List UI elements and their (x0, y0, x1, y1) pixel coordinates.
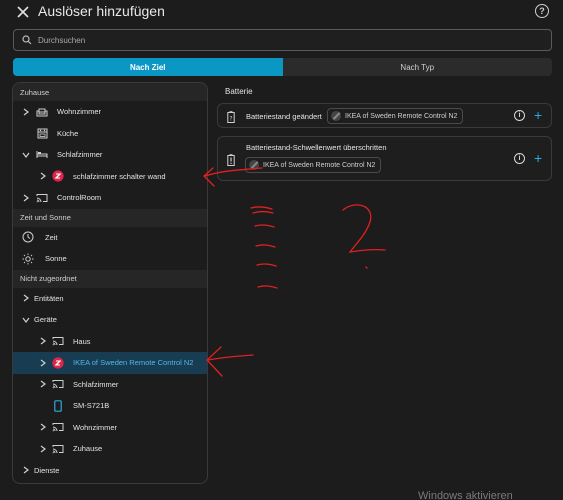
search-input[interactable] (38, 35, 538, 45)
cast-icon (52, 421, 64, 433)
section-header-zuhause: Zuhause (13, 83, 207, 101)
trigger-card-battery-changed[interactable]: ? Batteriestand geändert IKEA of Sweden … (217, 103, 552, 128)
cast-icon (52, 378, 64, 390)
dialog-title: Auslöser hinzufügen (38, 3, 165, 19)
tree-item-dienste[interactable]: Dienste (13, 460, 207, 482)
tree-item-entitaeten[interactable]: Entitäten (13, 288, 207, 310)
tree-item-sonne[interactable]: Sonne (13, 248, 207, 270)
annotation-strokes (250, 206, 278, 289)
tab-nach-ziel[interactable]: Nach Ziel (13, 58, 283, 76)
tree-item-schlafzimmer-device[interactable]: Schlafzimmer (13, 374, 207, 396)
add-trigger-button[interactable]: + (534, 108, 542, 122)
phone-icon (52, 399, 64, 412)
stove-icon (36, 127, 48, 139)
chevron-right-icon[interactable] (22, 294, 30, 302)
windows-activation-watermark: Windows aktivieren (418, 490, 513, 500)
chevron-down-icon[interactable] (22, 316, 30, 324)
device-icon (52, 357, 64, 369)
help-icon[interactable]: ? (535, 4, 549, 18)
chevron-right-icon[interactable] (22, 466, 30, 474)
tree-item-label: Zeit (45, 232, 58, 242)
search-icon (22, 35, 32, 45)
section-header-zeit-und-sonne: Zeit und Sonne (13, 208, 207, 227)
chevron-right-icon[interactable] (39, 172, 47, 180)
tree-item-label: Wohnzimmer (57, 107, 102, 117)
tree-item-label: schlafzimmer schalter wand (73, 171, 166, 181)
cast-icon (52, 335, 64, 347)
device-chip-icon (249, 160, 259, 170)
tree-item-label: IKEA of Sweden Remote Control N2 (73, 358, 194, 368)
tree-item-label: Dienste (34, 465, 60, 475)
device-chip-icon (331, 111, 341, 121)
tree-item-label: Schlafzimmer (57, 150, 103, 160)
cast-icon (52, 443, 64, 455)
info-icon[interactable]: i (514, 153, 525, 164)
trigger-card-title: Batteriestand geändert (246, 112, 322, 121)
tree-item-schlafzimmer-schalter-wand[interactable]: schlafzimmer schalter wand (13, 166, 207, 188)
tree-item-zeit[interactable]: Zeit (13, 227, 207, 249)
tree-item-label: Schlafzimmer (73, 379, 119, 389)
chevron-right-icon[interactable] (39, 445, 47, 453)
tree-item-zuhause-device[interactable]: Zuhause (13, 438, 207, 460)
device-chip-label: IKEA of Sweden Remote Control N2 (345, 112, 458, 120)
tree-item-label: Haus (73, 336, 91, 346)
clock-icon (22, 231, 34, 243)
device-chip: IKEA of Sweden Remote Control N2 (327, 108, 464, 124)
chevron-right-icon[interactable] (39, 423, 47, 431)
tree-item-haus[interactable]: Haus (13, 331, 207, 353)
tree-item-schlafzimmer[interactable]: Schlafzimmer (13, 144, 207, 166)
add-trigger-button[interactable]: + (534, 151, 542, 165)
tree-item-wohnzimmer[interactable]: Wohnzimmer (13, 101, 207, 123)
trigger-group-title: Batterie (225, 87, 253, 96)
tree-item-label: Sonne (45, 254, 67, 264)
chevron-right-icon[interactable] (22, 108, 30, 116)
tree-item-label: ControlRoom (57, 193, 102, 203)
chevron-down-icon[interactable] (22, 151, 30, 159)
cast-icon (36, 192, 48, 204)
tab-nach-typ[interactable]: Nach Typ (282, 58, 552, 76)
bed-icon (36, 149, 48, 161)
tree-item-sm-s721b[interactable]: SM-S721B (13, 395, 207, 417)
sofa-icon (36, 106, 48, 118)
chevron-right-icon[interactable] (39, 380, 47, 388)
device-chip: IKEA of Sweden Remote Control N2 (245, 157, 382, 173)
tree-item-ikea-remote-control[interactable]: IKEA of Sweden Remote Control N2 (13, 352, 207, 374)
device-chip-label: IKEA of Sweden Remote Control N2 (263, 161, 376, 169)
tree-item-label: Küche (57, 128, 79, 138)
tree-item-label: Geräte (34, 315, 57, 325)
device-icon (52, 170, 64, 182)
chevron-right-icon[interactable] (39, 359, 47, 367)
annotation-arrow-2 (206, 346, 254, 377)
trigger-card-battery-threshold[interactable]: Batteriestand-Schwellenwert überschritte… (217, 136, 552, 181)
tree-item-controlroom[interactable]: ControlRoom (13, 187, 207, 209)
tree-item-kueche[interactable]: Küche (13, 123, 207, 145)
tree-item-label: SM-S721B (73, 401, 110, 411)
tree-item-label: Wohnzimmer (73, 422, 118, 432)
section-header-nicht-zugeordnet: Nicht zugeordnet (13, 269, 207, 288)
search-box (13, 29, 552, 51)
info-icon[interactable]: i (514, 110, 525, 121)
dialog-header: Auslöser hinzufügen ? (0, 0, 563, 24)
tree-item-label: Zuhause (73, 444, 103, 454)
battery-unknown-icon: ? (227, 110, 237, 123)
trigger-card-title: Batteriestand-Schwellenwert überschritte… (246, 143, 387, 152)
close-icon[interactable] (14, 3, 32, 21)
battery-alert-icon (227, 153, 237, 166)
svg-text:?: ? (229, 116, 232, 123)
chevron-right-icon[interactable] (39, 337, 47, 345)
target-tree-panel: Zuhause Wohnzimmer Küche Schlafzimmer sc (12, 82, 208, 484)
tree-item-label: Entitäten (34, 293, 64, 303)
tree-item-wohnzimmer-device[interactable]: Wohnzimmer (13, 417, 207, 439)
sun-icon (22, 253, 34, 265)
tree-item-geraete[interactable]: Geräte (13, 309, 207, 331)
target-type-tabs: Nach Ziel Nach Typ (13, 58, 552, 76)
annotation-number-2 (342, 204, 386, 269)
chevron-right-icon[interactable] (22, 194, 30, 202)
